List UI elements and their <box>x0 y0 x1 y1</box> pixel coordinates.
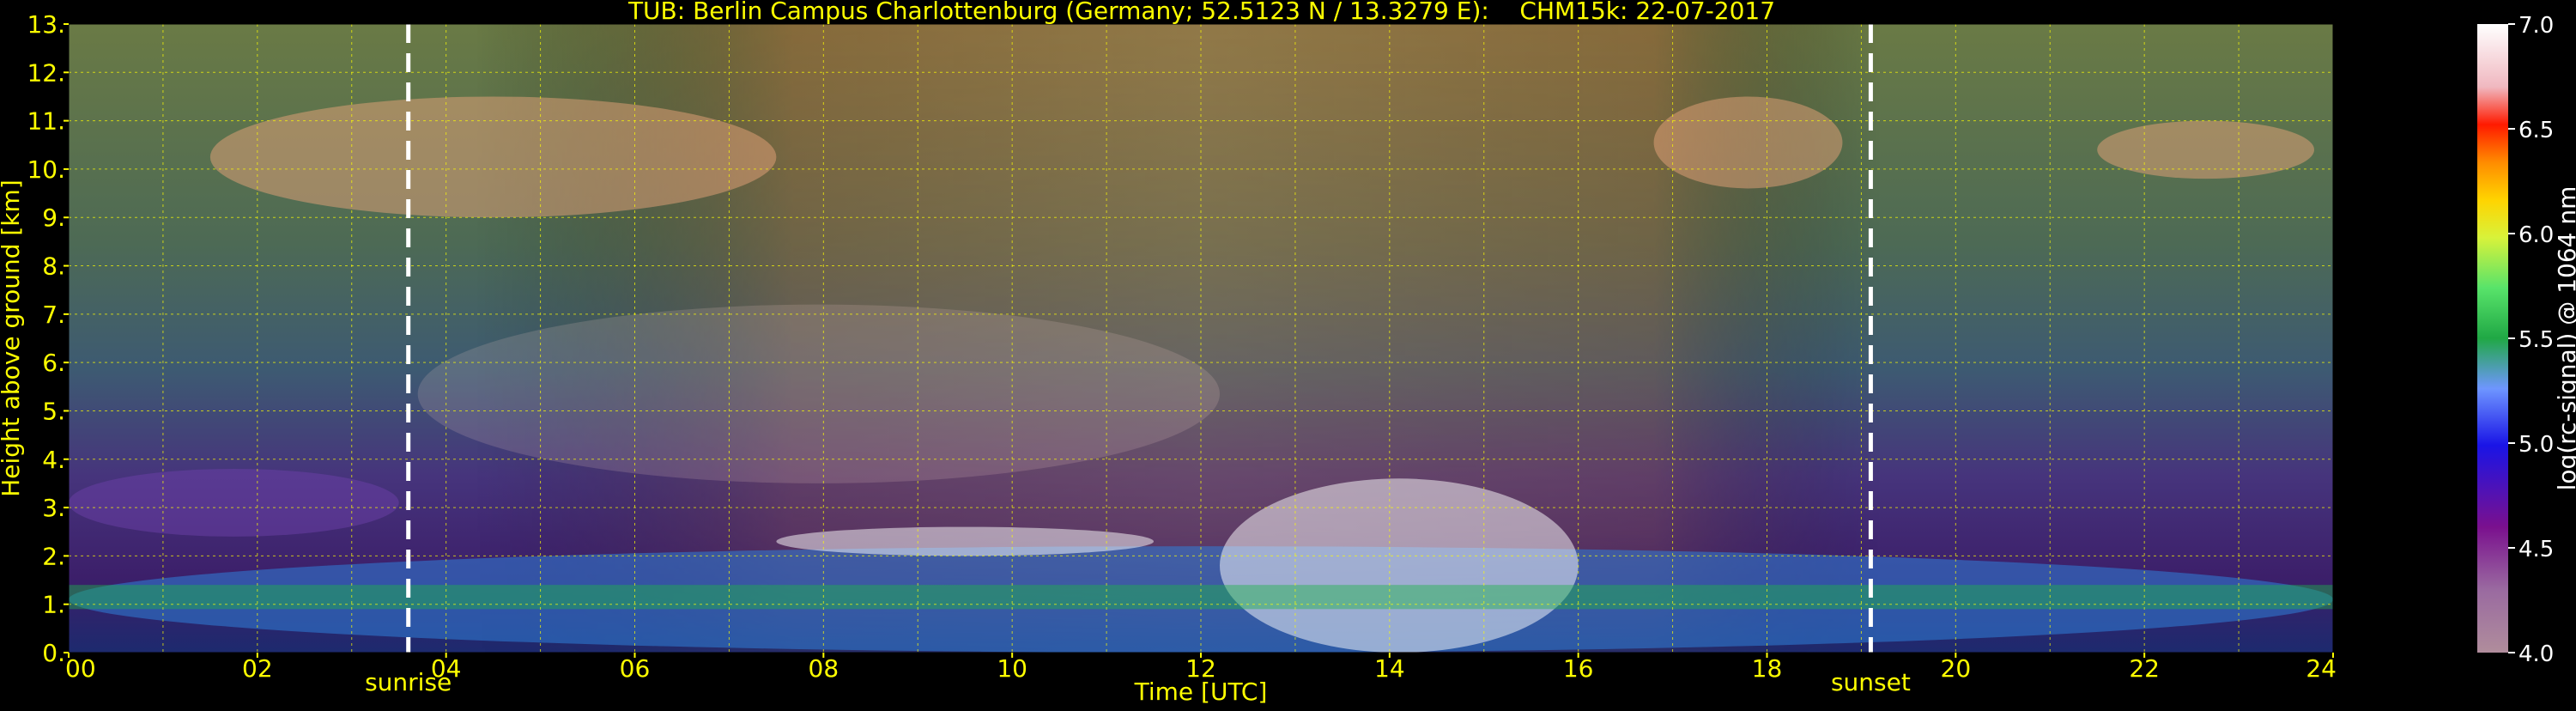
x-tick-label: 22 <box>2129 654 2160 683</box>
colorbar-tick-label: 5.0 <box>2518 432 2554 458</box>
feature-cirrus-4 <box>2097 120 2315 179</box>
sunrise-label: sunrise <box>365 668 452 696</box>
colorbar-tick-label: 6.5 <box>2518 118 2554 143</box>
feature-cirrus-3 <box>1653 96 1843 189</box>
y-tick-label: 13. <box>27 10 65 39</box>
feature-convective-cloud-6 <box>1220 478 1579 653</box>
feature-cirrus-2 <box>209 96 777 218</box>
y-tick-label: 2. <box>42 542 65 570</box>
colorbar-ramp <box>2477 24 2508 653</box>
x-tick-label: 06 <box>620 654 651 683</box>
x-tick-label: 20 <box>1941 654 1972 683</box>
feature-mid-level-cloud-7 <box>417 304 1220 483</box>
colorbar-tick-label: 4.5 <box>2518 537 2554 562</box>
chart-svg: TUB: Berlin Campus Charlottenburg (Germa… <box>0 0 2576 706</box>
y-tick-label: 5. <box>42 397 65 425</box>
y-tick-label: 10. <box>27 155 65 184</box>
x-tick-label: 02 <box>242 654 273 683</box>
colorbar-tick-label: 7.0 <box>2518 13 2554 39</box>
chart-title: TUB: Berlin Campus Charlottenburg (Germa… <box>627 0 1775 25</box>
feature-residual-layer-1 <box>69 469 399 537</box>
x-tick-label: 24 <box>2306 654 2337 683</box>
y-tick-label: 8. <box>42 252 65 281</box>
x-tick-label: 12 <box>1185 654 1216 683</box>
y-axis-label: Height above ground [km] <box>0 179 25 497</box>
colorbar-tick-label: 5.5 <box>2518 327 2554 353</box>
feature-cumulus-tops-5 <box>776 526 1155 556</box>
x-tick-label: 16 <box>1563 654 1594 683</box>
x-tick-label: 10 <box>997 654 1027 683</box>
colorbar-ticks: 4.0 4.5 5.0 5.5 6.0 6.5 7.0 <box>2508 13 2554 667</box>
y-tick-label: 0. <box>42 639 65 667</box>
y-tick-label: 6. <box>42 349 65 377</box>
y-tick-label: 4. <box>42 446 65 474</box>
lidar-chart: TUB: Berlin Campus Charlottenburg (Germa… <box>0 0 2576 708</box>
x-tick-label: 14 <box>1374 654 1405 683</box>
x-tick-label: 00 <box>65 654 96 683</box>
colorbar: 4.0 4.5 5.0 5.5 6.0 6.5 7.0 log(rc-signal) @ 1… <box>2477 13 2576 667</box>
colorbar-label: log(rc-signal) @ 1064 nm <box>2553 186 2576 491</box>
y-tick-label: 1. <box>42 591 65 619</box>
y-tick-label: 3. <box>42 494 65 522</box>
colorbar-tick-label: 6.0 <box>2518 222 2554 248</box>
y-ticks: 0. 1. 2. 3. 4. 5. 6. 7. 8. 9. 10. 11. 12. 13. <box>27 10 69 667</box>
y-tick-label: 9. <box>42 204 65 232</box>
colorbar-tick-label: 4.0 <box>2518 641 2554 667</box>
plot-area <box>69 24 2333 653</box>
x-tick-label: 18 <box>1752 654 1783 683</box>
y-tick-label: 11. <box>27 107 65 136</box>
y-tick-label: 12. <box>27 58 65 87</box>
x-tick-label: 08 <box>809 654 839 683</box>
y-tick-label: 7. <box>42 301 65 329</box>
sunset-label: sunset <box>1831 668 1911 696</box>
